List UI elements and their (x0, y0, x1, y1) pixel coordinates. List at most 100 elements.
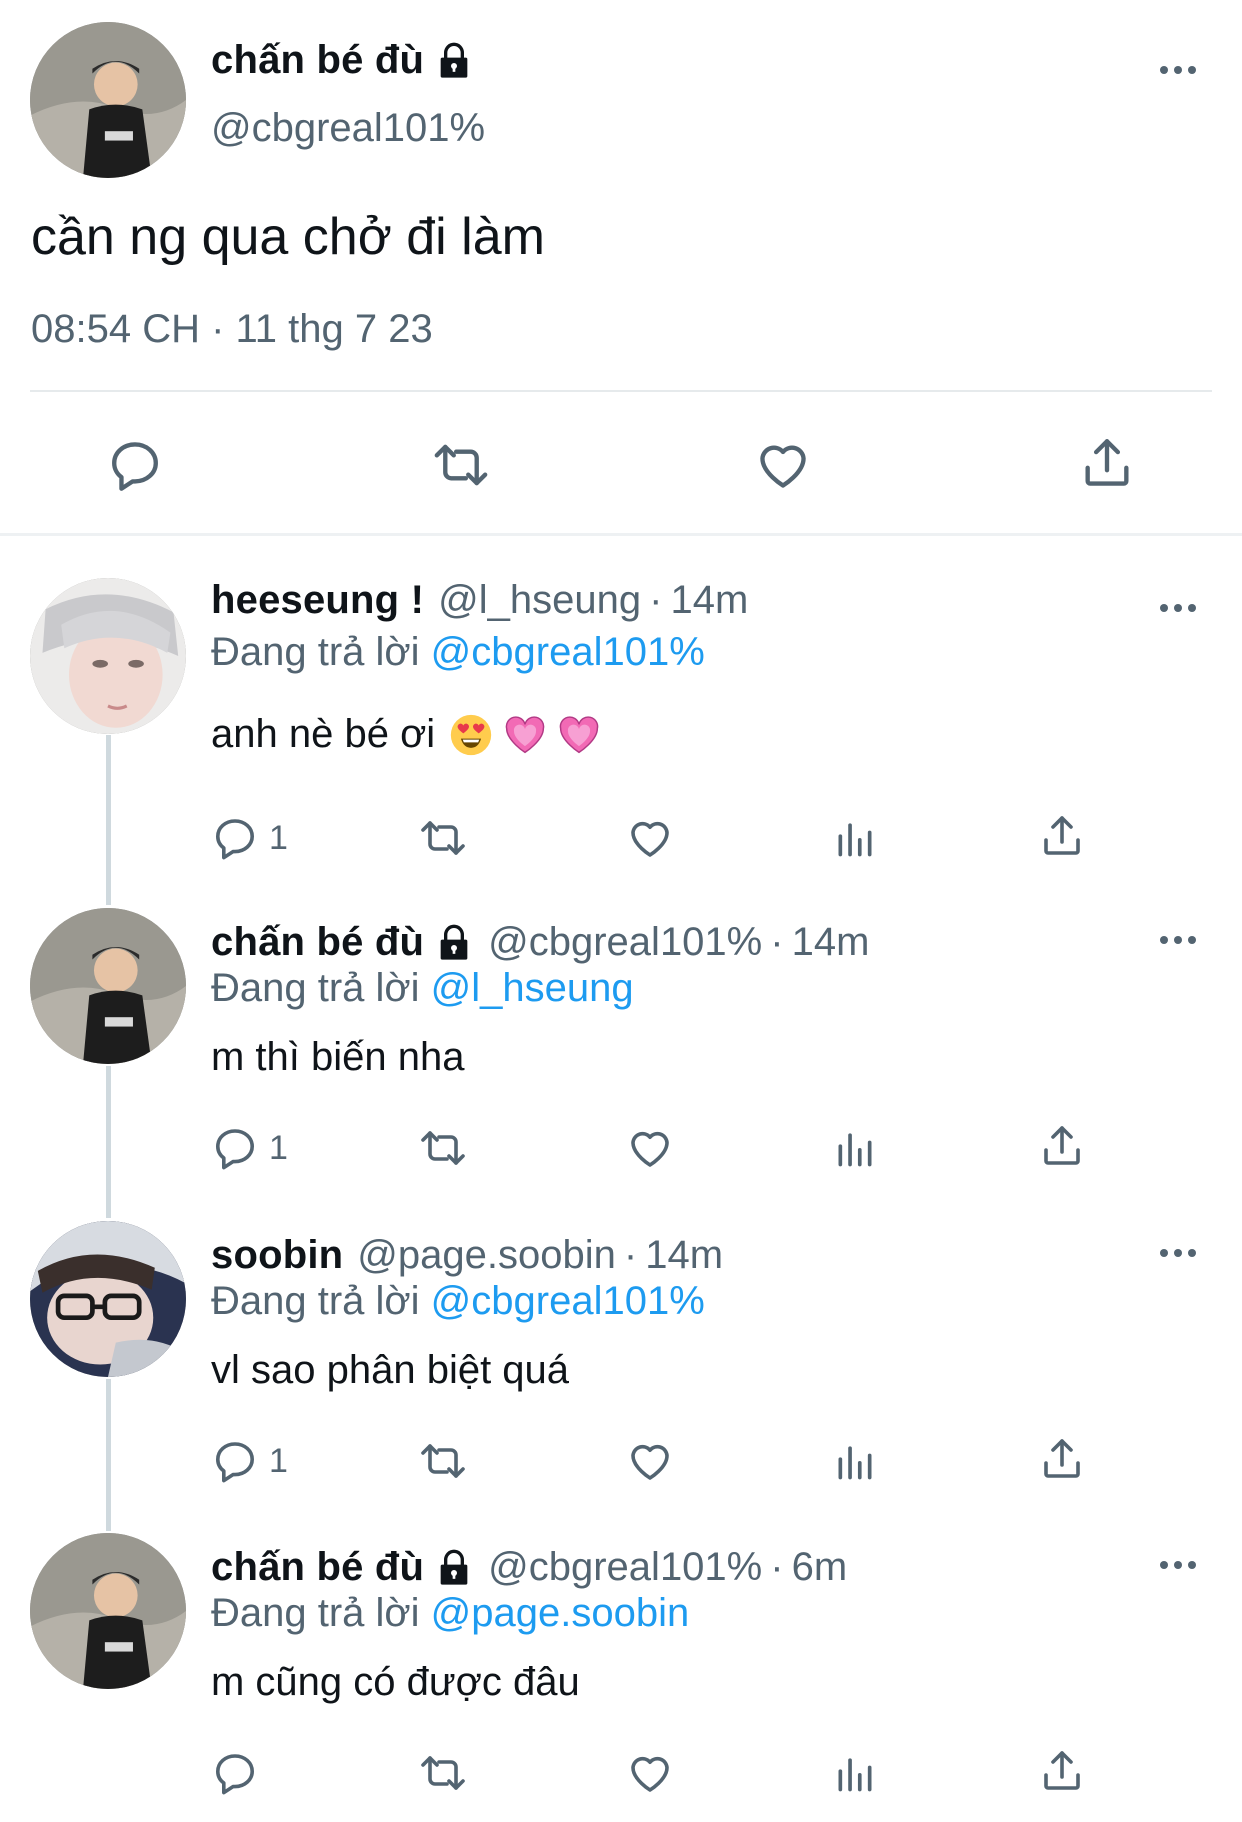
more-icon[interactable] (1158, 60, 1198, 80)
reply-text-content: anh nè bé ơi (211, 712, 436, 756)
heart-eyes-emoji (449, 713, 493, 757)
author-line: chấn bé đù (211, 38, 474, 83)
views-icon[interactable] (833, 1749, 877, 1797)
like-icon[interactable] (625, 814, 675, 862)
replying-prefix: Đang trả lời (211, 966, 420, 1010)
like-icon[interactable] (625, 1124, 675, 1172)
pink-heart-emoji (557, 713, 601, 757)
views-icon[interactable] (833, 814, 877, 862)
author-handle[interactable]: @page.soobin (357, 1233, 616, 1278)
share-icon[interactable] (1078, 434, 1136, 492)
reply-time[interactable]: 14m (792, 920, 870, 965)
reply-time[interactable]: 6m (792, 1545, 848, 1590)
like-icon[interactable] (753, 436, 813, 494)
reply-count: 1 (269, 1441, 288, 1480)
replying-prefix: Đang trả lời (211, 1591, 420, 1635)
reply-text: vl sao phân biệt quá (211, 1348, 569, 1393)
reply-text-content: m cũng có được đâu (211, 1660, 580, 1704)
avatar[interactable] (30, 908, 186, 1064)
reply-actions: 1 (0, 1431, 1242, 1491)
author-name[interactable]: heeseung ! (211, 578, 424, 623)
replying-to-link[interactable]: @cbgreal101% (431, 1279, 705, 1323)
reply-tweet[interactable]: chấn bé đù @cbgreal101% · 6m Đang trả lờ… (0, 1533, 1242, 1818)
retweet-icon[interactable] (428, 436, 494, 494)
share-icon[interactable] (1038, 1747, 1086, 1795)
reply-tweet[interactable]: soobin @page.soobin · 14m Đang trả lời @… (0, 1221, 1242, 1501)
tweet-timestamp[interactable]: 08:54 CH · 11 thg 7 23 (31, 307, 433, 352)
reply-icon[interactable]: 1 (211, 1124, 288, 1172)
pink-heart-emoji (503, 713, 547, 757)
separator-dot: · (623, 1233, 638, 1277)
separator-dot: · (649, 578, 663, 622)
author-handle[interactable]: @cbgreal101% (488, 1545, 762, 1590)
share-icon[interactable] (1038, 1122, 1086, 1170)
reply-time[interactable]: 14m (645, 1233, 723, 1278)
reply-tweet[interactable]: chấn bé đù @cbgreal101% · 14m Đang trả l… (0, 908, 1242, 1188)
separator-dot: · (770, 1545, 784, 1589)
reply-tweet[interactable]: heeseung ! @l_hseung · 14m Đang trả lời … (0, 578, 1242, 878)
more-icon[interactable] (1158, 1555, 1198, 1575)
more-icon[interactable] (1158, 930, 1198, 950)
reply-time[interactable]: 14m (670, 578, 748, 623)
reply-count: 1 (269, 1128, 288, 1167)
avatar[interactable] (30, 578, 186, 734)
reply-text-content: vl sao phân biệt quá (211, 1348, 570, 1392)
like-icon[interactable] (625, 1437, 675, 1485)
replying-to-link[interactable]: @page.soobin (431, 1591, 690, 1635)
reply-icon[interactable] (106, 436, 164, 494)
reply-text: m thì biến nha (211, 1035, 465, 1080)
reply-header: heeseung ! @l_hseung · 14m (211, 578, 748, 623)
reply-icon[interactable]: 1 (211, 814, 288, 862)
retweet-icon[interactable] (415, 1749, 471, 1797)
author-name[interactable]: chấn bé đù (211, 38, 424, 83)
author-handle[interactable]: @l_hseung (438, 578, 641, 623)
reply-header: soobin @page.soobin · 14m (211, 1233, 723, 1278)
reply-text: m cũng có được đâu (211, 1660, 580, 1705)
share-icon[interactable] (1038, 1435, 1086, 1483)
author-name[interactable]: chấn bé đù (211, 920, 424, 965)
like-icon[interactable] (625, 1749, 675, 1797)
replying-to-link[interactable]: @cbgreal101% (431, 630, 705, 674)
divider (30, 390, 1212, 392)
reply-actions: 1 (0, 808, 1242, 868)
replying-prefix: Đang trả lời (211, 1279, 420, 1323)
tweet-detail-page: chấn bé đù @cbgreal101% cần ng qua chở đ… (0, 0, 1242, 1822)
reply-header: chấn bé đù @cbgreal101% · 14m (211, 920, 869, 965)
replying-to: Đang trả lời @l_hseung (211, 966, 634, 1011)
separator-dot: · (770, 920, 784, 964)
reply-actions: 1 (0, 1118, 1242, 1178)
lock-icon (434, 41, 474, 81)
reply-header: chấn bé đù @cbgreal101% · 6m (211, 1545, 847, 1590)
tweet-actions (0, 430, 1242, 500)
reply-actions (0, 1743, 1242, 1803)
views-icon[interactable] (833, 1437, 877, 1485)
author-name[interactable]: soobin (211, 1233, 343, 1278)
reply-text: anh nè bé ơi (211, 712, 601, 757)
views-icon[interactable] (833, 1124, 877, 1172)
replying-to-link[interactable]: @l_hseung (431, 966, 634, 1010)
avatar[interactable] (30, 22, 186, 178)
replying-to: Đang trả lời @page.soobin (211, 1591, 689, 1636)
more-icon[interactable] (1158, 1243, 1198, 1263)
retweet-icon[interactable] (415, 1124, 471, 1172)
retweet-icon[interactable] (415, 814, 471, 862)
reply-count: 1 (269, 818, 288, 857)
author-handle[interactable]: @cbgreal101% (488, 920, 762, 965)
main-tweet: chấn bé đù @cbgreal101% cần ng qua chở đ… (0, 0, 1242, 536)
reply-text-content: m thì biến nha (211, 1035, 465, 1079)
reply-icon[interactable] (211, 1749, 269, 1797)
retweet-icon[interactable] (415, 1437, 471, 1485)
avatar[interactable] (30, 1533, 186, 1689)
lock-icon (434, 923, 474, 963)
author-handle[interactable]: @cbgreal101% (211, 106, 485, 151)
replying-to: Đang trả lời @cbgreal101% (211, 1279, 705, 1324)
lock-icon (434, 1548, 474, 1588)
replying-to: Đang trả lời @cbgreal101% (211, 630, 705, 675)
more-icon[interactable] (1158, 598, 1198, 618)
reply-icon[interactable]: 1 (211, 1437, 288, 1485)
divider (0, 533, 1242, 536)
tweet-text: cần ng qua chở đi làm (31, 208, 545, 266)
author-name[interactable]: chấn bé đù (211, 1545, 424, 1590)
share-icon[interactable] (1038, 812, 1086, 860)
avatar[interactable] (30, 1221, 186, 1377)
